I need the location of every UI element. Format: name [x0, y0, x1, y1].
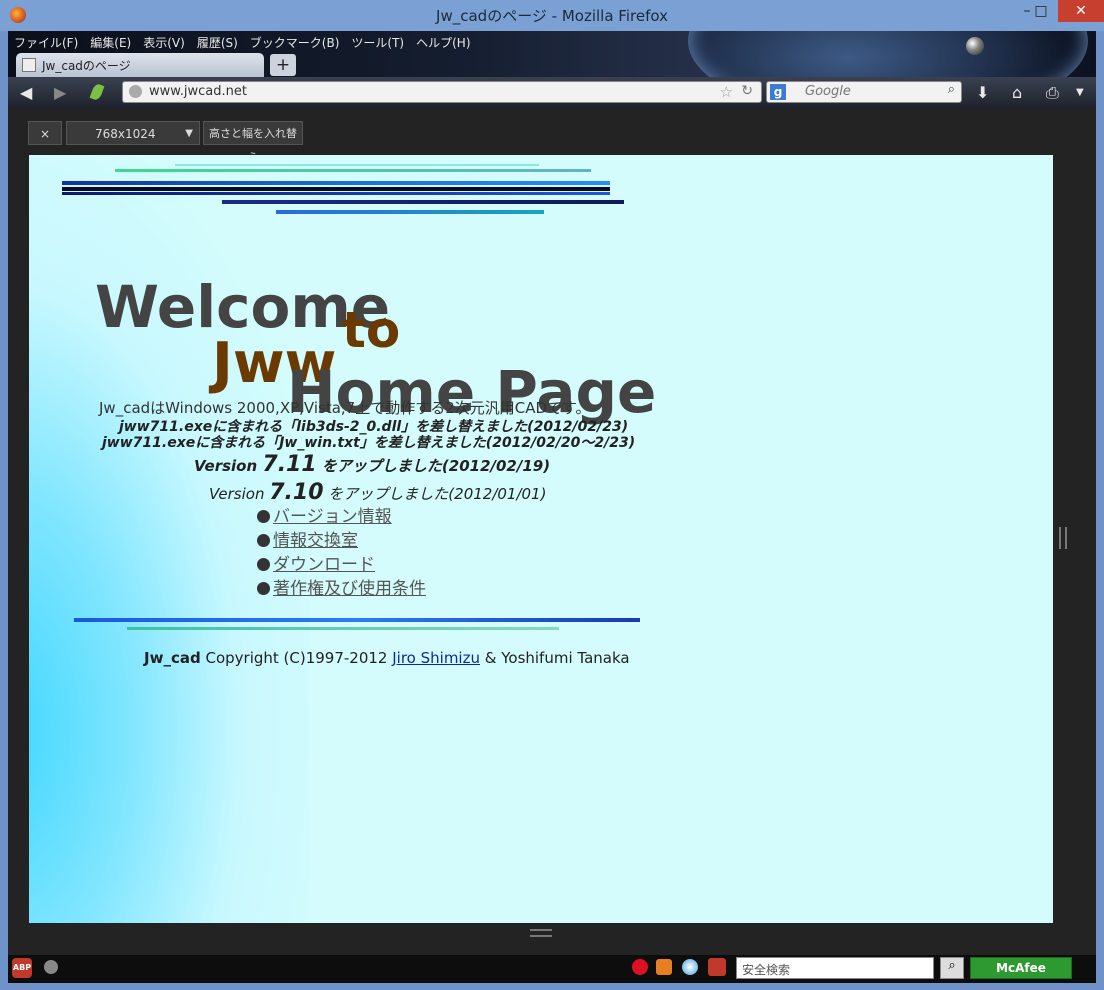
bullet-icon [257, 510, 270, 523]
chevron-down-icon[interactable]: ▼ [1076, 87, 1084, 98]
decor-line [276, 210, 544, 214]
menu-help[interactable]: ヘルプ(H) [410, 31, 476, 53]
footer-rest-text: & Yoshifumi Tanaka [479, 649, 630, 667]
decor-line [175, 164, 539, 166]
forward-arrow-icon[interactable]: ▶ [54, 83, 66, 102]
tab-label: Jw_cadのページ [42, 58, 131, 73]
back-arrow-icon[interactable]: ◀ [20, 83, 32, 102]
decor-line [74, 618, 640, 622]
link-version-info[interactable]: バージョン情報 [273, 507, 392, 527]
bookmark-star-icon[interactable]: ☆ [720, 83, 733, 101]
menu-view[interactable]: 表示(V) [137, 31, 191, 53]
menu-edit[interactable]: 編集(E) [84, 31, 137, 53]
adblock-icon[interactable]: ABP [12, 958, 32, 978]
bullet-icon [257, 534, 270, 547]
addon-fox-icon[interactable] [656, 959, 672, 975]
decor-line [115, 169, 591, 172]
search-icon[interactable]: ⌕ [940, 957, 964, 979]
search-bar[interactable]: g Google ⌕ [766, 81, 962, 103]
google-icon[interactable]: g [770, 84, 786, 100]
link-forum-item: 情報交換室 [257, 526, 358, 551]
menu-tools[interactable]: ツール(T) [345, 31, 410, 53]
safe-search-input[interactable]: 安全検索 [736, 957, 934, 979]
size-value: 768x1024 [95, 127, 156, 141]
link-version-info-item: バージョン情報 [257, 502, 392, 527]
link-copyright-item: 著作権及び使用条件 [257, 574, 426, 599]
decor-line [62, 187, 610, 191]
footer-copy-text: Copyright (C)1997-2012 [200, 649, 393, 667]
printer-icon[interactable]: ⎙ [1046, 83, 1059, 103]
to-heading: to [342, 301, 401, 359]
new-tab-button[interactable]: + [270, 54, 296, 76]
responsive-size-select[interactable]: 768x1024 ▼ [66, 121, 200, 145]
responsive-close-button[interactable]: × [28, 121, 62, 145]
version-number: 7.11 [262, 452, 317, 477]
link-forum[interactable]: 情報交換室 [273, 531, 358, 551]
bullet-icon [257, 558, 270, 571]
menu-bar: ファイル(F) 編集(E) 表示(V) 履歴(S) ブックマーク(B) ツール(… [8, 31, 477, 53]
browser-tab[interactable]: Jw_cadのページ [16, 53, 264, 77]
mcafee-shield-icon[interactable] [708, 958, 726, 976]
link-download-item: ダウンロード [257, 550, 375, 575]
viewport-resize-handle-right[interactable] [1059, 527, 1067, 549]
url-bar[interactable]: www.jwcad.net ☆ ↻ [122, 81, 762, 103]
mcafee-badge[interactable]: McAfee [970, 957, 1072, 979]
maximize-button[interactable]: □ [1024, 0, 1058, 22]
reload-icon[interactable]: ↻ [741, 83, 753, 99]
version-label: Version [209, 485, 265, 503]
decor-line [62, 192, 610, 195]
close-button[interactable]: ✕ [1058, 0, 1104, 22]
version-note: をアップしました(2012/02/19) [321, 457, 551, 475]
addon-red-icon[interactable] [632, 959, 648, 975]
globe-icon [129, 85, 142, 98]
link-download[interactable]: ダウンロード [273, 555, 375, 575]
window-title: Jw_cadのページ - Mozilla Firefox [436, 7, 668, 25]
footer-app-name: Jw_cad [144, 649, 201, 667]
link-copyright[interactable]: 著作権及び使用条件 [273, 579, 426, 599]
author-link[interactable]: Jiro Shimizu [392, 649, 480, 667]
page-viewport: Welcome to Jww Home Page Jw_cadはWindows … [29, 155, 1053, 923]
search-icon[interactable]: ⌕ [948, 82, 955, 97]
download-arrow-icon[interactable]: ⬇ [976, 83, 989, 102]
version-label: Version [194, 457, 258, 475]
version-711-line: Version 7.11 をアップしました(2012/02/19) [194, 452, 550, 477]
url-text: www.jwcad.net [149, 84, 247, 99]
chevron-down-icon: ▼ [185, 128, 193, 139]
menu-file[interactable]: ファイル(F) [8, 31, 84, 53]
home-icon[interactable]: ⌂ [1012, 83, 1022, 102]
footer-copyright: Jw_cad Copyright (C)1997-2012 Jiro Shimi… [144, 649, 630, 667]
decor-line [222, 200, 624, 204]
addon-weather-icon[interactable] [682, 959, 698, 975]
menu-bookmarks[interactable]: ブックマーク(B) [244, 31, 346, 53]
page-favicon-icon [22, 58, 36, 72]
theme-moon-image [966, 37, 984, 55]
viewport-resize-handle-bottom[interactable] [530, 929, 552, 937]
menu-history[interactable]: 履歴(S) [191, 31, 244, 53]
description-text: Jw_cadはWindows 2000,XP,Vista,7上で動作する2次元汎… [99, 399, 591, 417]
rotate-viewport-button[interactable]: 高さと幅を入れ替え [203, 121, 303, 164]
bullet-icon [257, 582, 270, 595]
addon-globe-icon[interactable] [44, 960, 58, 974]
version-note: をアップしました(2012/01/01) [328, 485, 547, 503]
search-placeholder: Google [805, 84, 851, 99]
browser-chrome: ファイル(F) 編集(E) 表示(V) 履歴(S) ブックマーク(B) ツール(… [8, 31, 1096, 109]
update-line-2: jww711.exeに含まれる「Jw_win.txt」を差し替えました(2012… [102, 435, 636, 451]
decor-line [127, 627, 559, 630]
decor-line [62, 181, 610, 185]
